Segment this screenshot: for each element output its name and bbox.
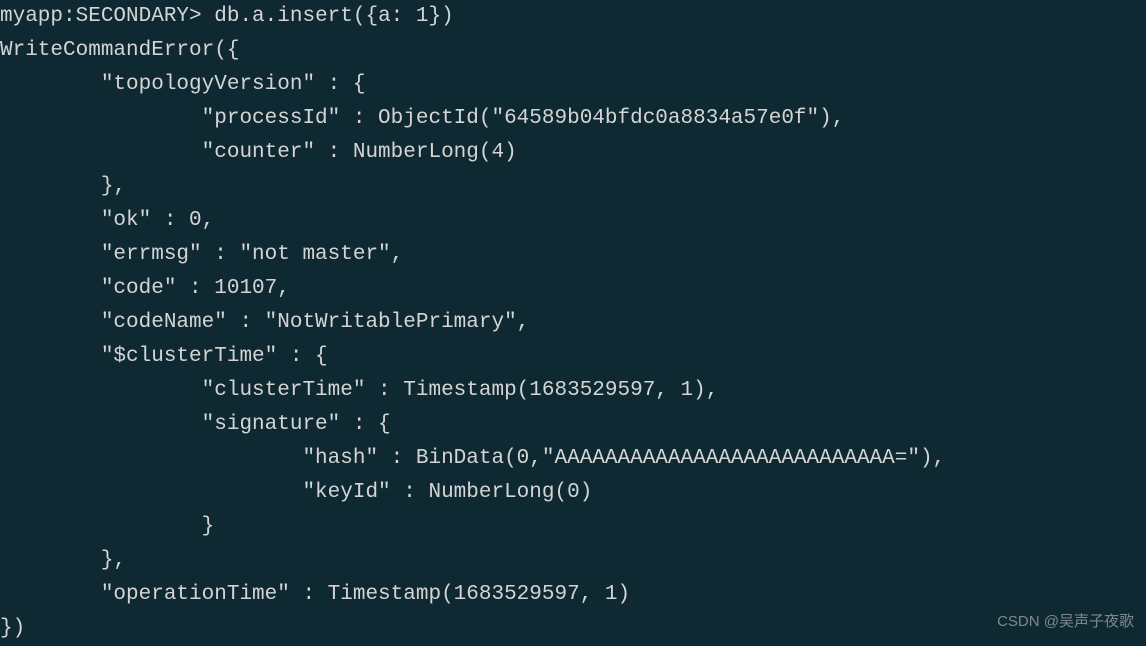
terminal-output[interactable]: myapp:SECONDARY> db.a.insert({a: 1}) Wri… (0, 0, 1146, 646)
output-line: } (0, 515, 214, 538)
output-line: "signature" : { (0, 413, 391, 436)
output-line: }, (0, 175, 126, 198)
output-line: "operationTime" : Timestamp(1683529597, … (0, 583, 630, 606)
output-line: "keyId" : NumberLong(0) (0, 481, 592, 504)
output-line: "clusterTime" : Timestamp(1683529597, 1)… (0, 379, 718, 402)
watermark-text: CSDN @吴声子夜歌 (997, 610, 1134, 634)
output-line: "processId" : ObjectId("64589b04bfdc0a88… (0, 107, 844, 130)
output-line: "errmsg" : "not master", (0, 243, 403, 266)
output-line: WriteCommandError({ (0, 39, 239, 62)
output-line: "codeName" : "NotWritablePrimary", (0, 311, 529, 334)
output-line: "counter" : NumberLong(4) (0, 141, 517, 164)
shell-prompt: myapp:SECONDARY> (0, 5, 214, 28)
output-line: "$clusterTime" : { (0, 345, 328, 368)
output-line: }) (0, 617, 25, 640)
output-line: "hash" : BinData(0,"AAAAAAAAAAAAAAAAAAAA… (0, 447, 945, 470)
output-line: "ok" : 0, (0, 209, 214, 232)
output-line: "code" : 10107, (0, 277, 290, 300)
shell-command: db.a.insert({a: 1}) (214, 5, 453, 28)
output-line: }, (0, 549, 126, 572)
output-line: "topologyVersion" : { (0, 73, 365, 96)
